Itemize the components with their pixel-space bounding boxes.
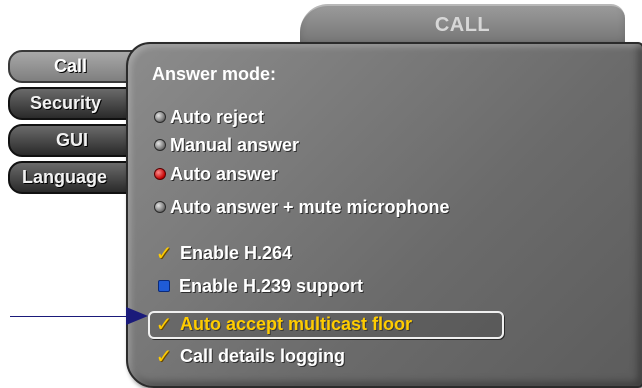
answer-mode-label: Answer mode:: [152, 64, 277, 84]
tab-security-label: Security: [30, 93, 102, 113]
radio-auto-reject[interactable]: Auto reject: [154, 105, 264, 129]
radio-manual-answer[interactable]: Manual answer: [154, 133, 299, 157]
tab-gui-label: GUI: [56, 130, 89, 150]
settings-panel: Answer mode: Auto reject Manual answer A…: [126, 42, 642, 388]
radio-unselected-icon: [154, 139, 166, 151]
checkbox-enable-h264[interactable]: ✓ Enable H.264: [154, 241, 292, 265]
radio-unselected-icon: [154, 111, 166, 123]
radio-label: Auto reject: [170, 106, 265, 127]
callout-arrow-line: [10, 316, 132, 317]
checkbox-label: Auto accept multicast floor: [180, 313, 413, 334]
checkbox-auto-accept-multicast[interactable]: ✓ Auto accept multicast floor: [154, 312, 412, 336]
radio-auto-answer[interactable]: Auto answer: [154, 162, 278, 186]
tab-call-label: Call: [54, 56, 88, 76]
radio-auto-answer-mute[interactable]: Auto answer + mute microphone: [154, 195, 450, 219]
call-settings-screen: CALL Call Security GUI Language Answer m…: [0, 0, 642, 388]
header-title: CALL: [434, 14, 491, 36]
callout-arrow-icon: [126, 307, 148, 325]
radio-label: Auto answer: [170, 163, 279, 184]
radio-selected-icon: [154, 168, 166, 180]
checkmark-icon: ✓: [155, 313, 173, 336]
radio-label: Auto answer + mute microphone: [170, 196, 450, 217]
radio-unselected-icon: [154, 201, 166, 213]
checkbox-label: Enable H.239 support: [179, 275, 364, 296]
checkbox-label: Call details logging: [180, 345, 346, 366]
checkbox-enable-h239[interactable]: Enable H.239 support: [154, 274, 363, 298]
tab-language-label: Language: [22, 167, 108, 187]
checkmark-icon: ✓: [155, 242, 173, 265]
checkbox-unchecked-icon: [158, 280, 170, 292]
checkbox-label: Enable H.264: [180, 242, 293, 263]
checkbox-call-details-logging[interactable]: ✓ Call details logging: [154, 344, 345, 368]
checkmark-icon: ✓: [155, 345, 173, 368]
radio-label: Manual answer: [170, 134, 300, 155]
